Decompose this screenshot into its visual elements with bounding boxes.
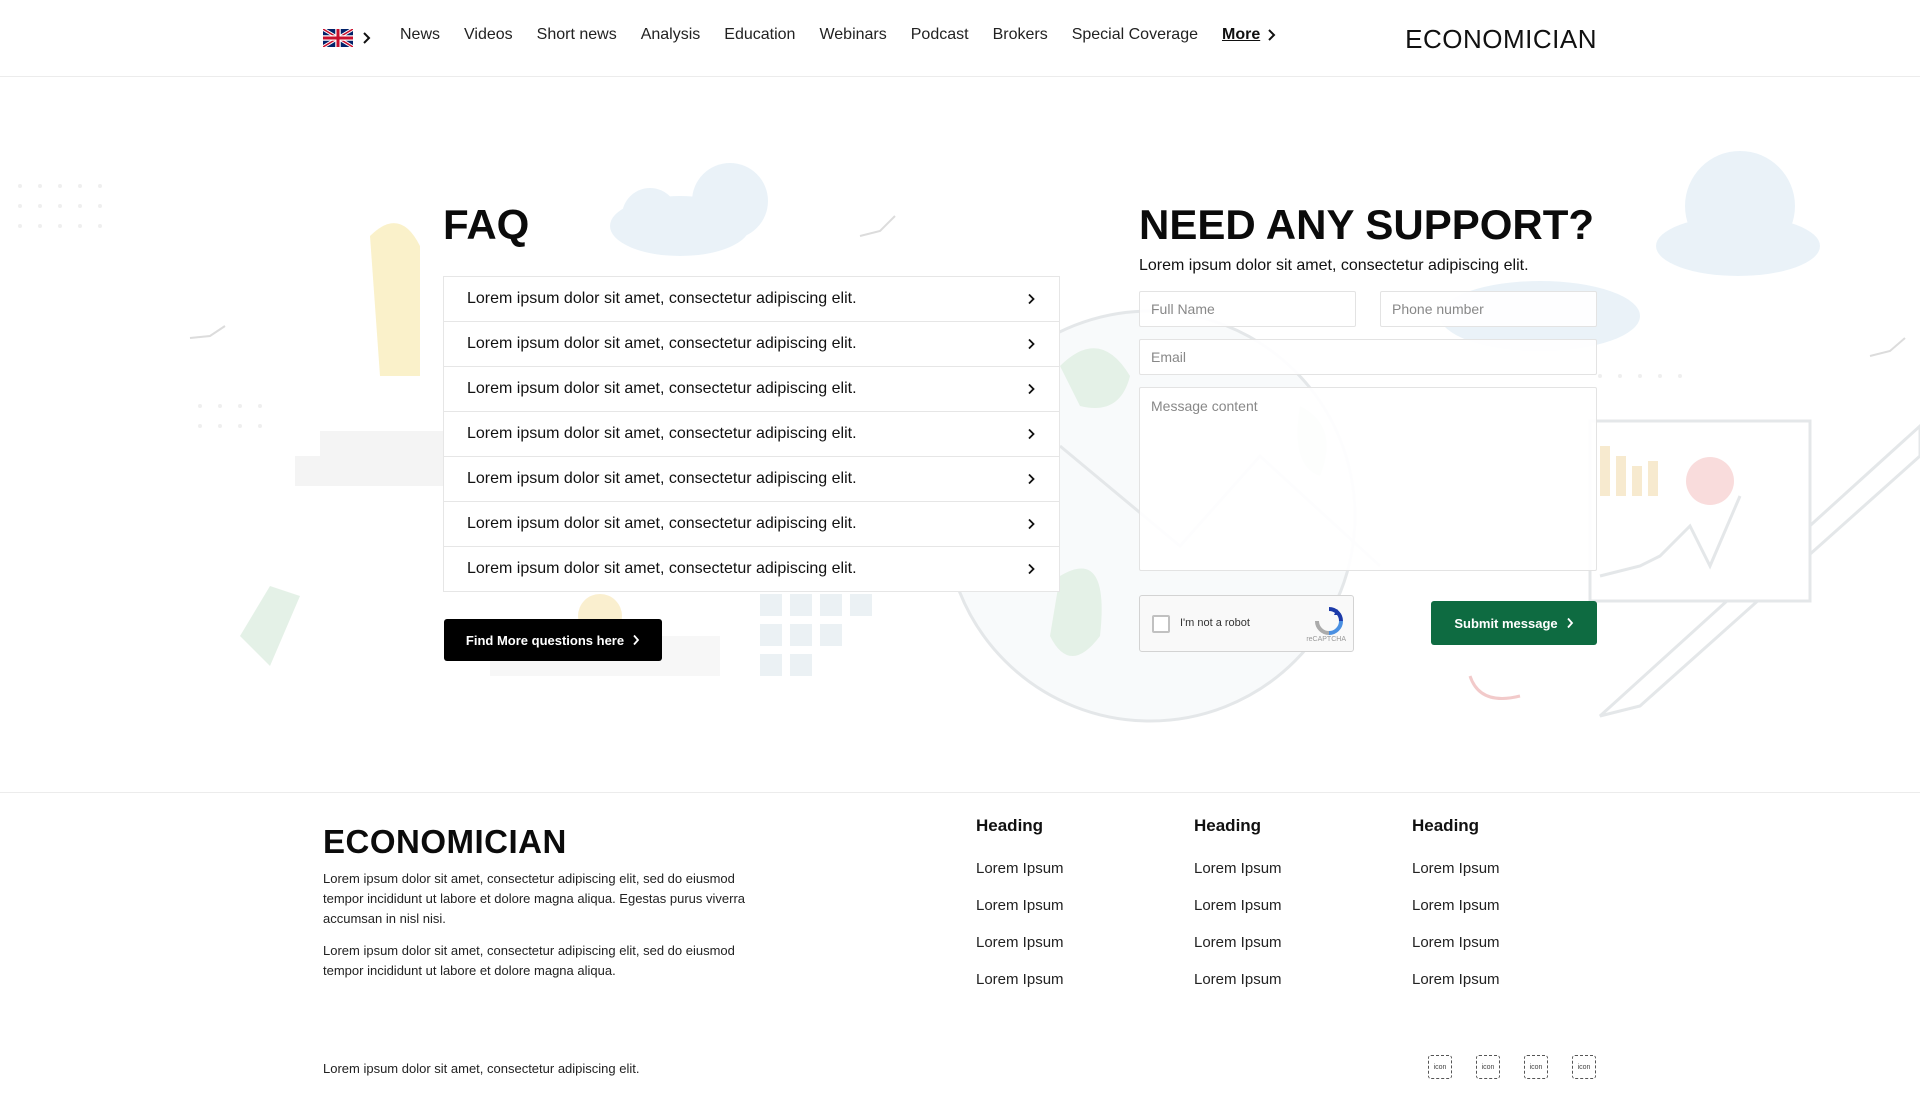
- submit-label: Submit message: [1454, 615, 1558, 631]
- submit-message-button[interactable]: Submit message: [1431, 601, 1597, 645]
- nav-item-videos[interactable]: Videos: [464, 26, 513, 44]
- uk-flag-icon[interactable]: [323, 29, 353, 47]
- support-title: NEED ANY SUPPORT?: [1139, 201, 1595, 248]
- brand-logo[interactable]: ECONOMICIAN: [1405, 24, 1597, 55]
- email-input[interactable]: [1139, 339, 1597, 375]
- footer-link[interactable]: Lorem Ipsum: [976, 970, 1064, 1007]
- footer: ECONOMICIAN Lorem ipsum dolor sit amet, …: [0, 792, 1920, 1105]
- nav-item-short-news[interactable]: Short news: [537, 26, 617, 44]
- nav-item-analysis[interactable]: Analysis: [641, 26, 701, 44]
- footer-description: Lorem ipsum dolor sit amet, consectetur …: [323, 943, 735, 978]
- chevron-right-icon: [1028, 293, 1035, 305]
- footer-link[interactable]: Lorem Ipsum: [1412, 970, 1500, 1007]
- recaptcha-widget: I'm not a robot reCAPTCHA: [1139, 595, 1354, 652]
- chevron-right-icon: [1028, 518, 1035, 530]
- chevron-right-icon: [1268, 29, 1276, 41]
- faq-question: Lorem ipsum dolor sit amet, consectetur …: [467, 290, 857, 307]
- chevron-right-icon: [1028, 338, 1035, 350]
- faq-item[interactable]: Lorem ipsum dolor sit amet, consectetur …: [444, 457, 1059, 502]
- support-subtitle: Lorem ipsum dolor sit amet, consectetur …: [1139, 257, 1529, 274]
- chevron-right-icon: [1028, 383, 1035, 395]
- footer-link[interactable]: Lorem Ipsum: [1194, 896, 1282, 933]
- find-more-questions-button[interactable]: Find More questions here: [444, 619, 662, 661]
- social-placeholder-icon[interactable]: icon: [1428, 1055, 1452, 1079]
- footer-link[interactable]: Lorem Ipsum: [976, 933, 1064, 970]
- nav-item-special-coverage[interactable]: Special Coverage: [1072, 26, 1198, 44]
- chevron-right-icon: [633, 634, 640, 646]
- phone-number-input[interactable]: [1380, 291, 1597, 327]
- faq-item[interactable]: Lorem ipsum dolor sit amet, consectetur …: [444, 412, 1059, 457]
- top-navigation-bar: News Videos Short news Analysis Educatio…: [0, 0, 1920, 77]
- footer-link[interactable]: Lorem Ipsum: [1194, 933, 1282, 970]
- footer-link[interactable]: Lorem Ipsum: [1194, 970, 1282, 1007]
- faq-question: Lorem ipsum dolor sit amet, consectetur …: [467, 380, 857, 397]
- nav-more-button[interactable]: More: [1222, 26, 1277, 44]
- footer-description: Lorem ipsum dolor sit amet, consectetur …: [323, 871, 746, 926]
- faq-question: Lorem ipsum dolor sit amet, consectetur …: [467, 470, 857, 487]
- recaptcha-logo-icon: [1315, 607, 1343, 635]
- nav-item-webinars[interactable]: Webinars: [819, 26, 886, 44]
- faq-item[interactable]: Lorem ipsum dolor sit amet, consectetur …: [444, 367, 1059, 412]
- footer-link[interactable]: Lorem Ipsum: [1194, 859, 1282, 896]
- footer-link[interactable]: Lorem Ipsum: [976, 896, 1064, 933]
- social-icons: icon icon icon icon: [1428, 1055, 1596, 1079]
- footer-column-heading: Heading: [1194, 816, 1262, 835]
- find-more-label: Find More questions here: [465, 632, 625, 648]
- nav-more-label: More: [1221, 26, 1261, 43]
- social-placeholder-icon[interactable]: icon: [1524, 1055, 1548, 1079]
- footer-link[interactable]: Lorem Ipsum: [1412, 859, 1500, 896]
- footer-column-heading: Heading: [976, 816, 1044, 835]
- full-name-input[interactable]: [1139, 291, 1356, 327]
- footer-column: Heading Lorem Ipsum Lorem Ipsum Lorem Ip…: [1194, 816, 1282, 1007]
- footer-link[interactable]: Lorem Ipsum: [1412, 933, 1500, 970]
- chevron-right-icon[interactable]: [359, 31, 373, 45]
- faq-item[interactable]: Lorem ipsum dolor sit amet, consectetur …: [444, 547, 1059, 591]
- faq-title: FAQ: [443, 201, 530, 248]
- faq-item[interactable]: Lorem ipsum dolor sit amet, consectetur …: [444, 502, 1059, 547]
- recaptcha-brand: reCAPTCHA: [1306, 636, 1346, 643]
- social-placeholder-icon[interactable]: icon: [1572, 1055, 1596, 1079]
- nav-item-brokers[interactable]: Brokers: [993, 26, 1048, 44]
- recaptcha-label: I'm not a robot: [1180, 617, 1250, 629]
- footer-column-heading: Heading: [1412, 816, 1480, 835]
- recaptcha-checkbox[interactable]: [1152, 615, 1170, 633]
- footer-column: Heading Lorem Ipsum Lorem Ipsum Lorem Ip…: [976, 816, 1064, 1007]
- faq-question: Lorem ipsum dolor sit amet, consectetur …: [467, 560, 857, 577]
- message-textarea[interactable]: [1139, 387, 1597, 571]
- footer-link[interactable]: Lorem Ipsum: [1412, 896, 1500, 933]
- chevron-right-icon: [1028, 473, 1035, 485]
- nav-item-podcast[interactable]: Podcast: [911, 26, 969, 44]
- nav-item-education[interactable]: Education: [724, 26, 795, 44]
- chevron-right-icon: [1566, 617, 1573, 629]
- faq-question: Lorem ipsum dolor sit amet, consectetur …: [467, 335, 857, 352]
- faq-question: Lorem ipsum dolor sit amet, consectetur …: [467, 515, 857, 532]
- faq-support-section: FAQ Lorem ipsum dolor sit amet, consecte…: [0, 76, 1920, 792]
- faq-item[interactable]: Lorem ipsum dolor sit amet, consectetur …: [444, 322, 1059, 367]
- faq-question: Lorem ipsum dolor sit amet, consectetur …: [467, 425, 857, 442]
- nav-item-news[interactable]: News: [400, 26, 440, 44]
- faq-accordion: Lorem ipsum dolor sit amet, consectetur …: [443, 276, 1060, 592]
- footer-brand: ECONOMICIAN: [323, 823, 567, 860]
- footer-copyright: Lorem ipsum dolor sit amet, consectetur …: [323, 1061, 640, 1076]
- chevron-right-icon: [1028, 428, 1035, 440]
- footer-link[interactable]: Lorem Ipsum: [976, 859, 1064, 896]
- social-placeholder-icon[interactable]: icon: [1476, 1055, 1500, 1079]
- faq-item[interactable]: Lorem ipsum dolor sit amet, consectetur …: [444, 277, 1059, 322]
- main-nav: News Videos Short news Analysis Educatio…: [400, 26, 1277, 44]
- chevron-right-icon: [1028, 563, 1035, 575]
- footer-column: Heading Lorem Ipsum Lorem Ipsum Lorem Ip…: [1412, 816, 1500, 1007]
